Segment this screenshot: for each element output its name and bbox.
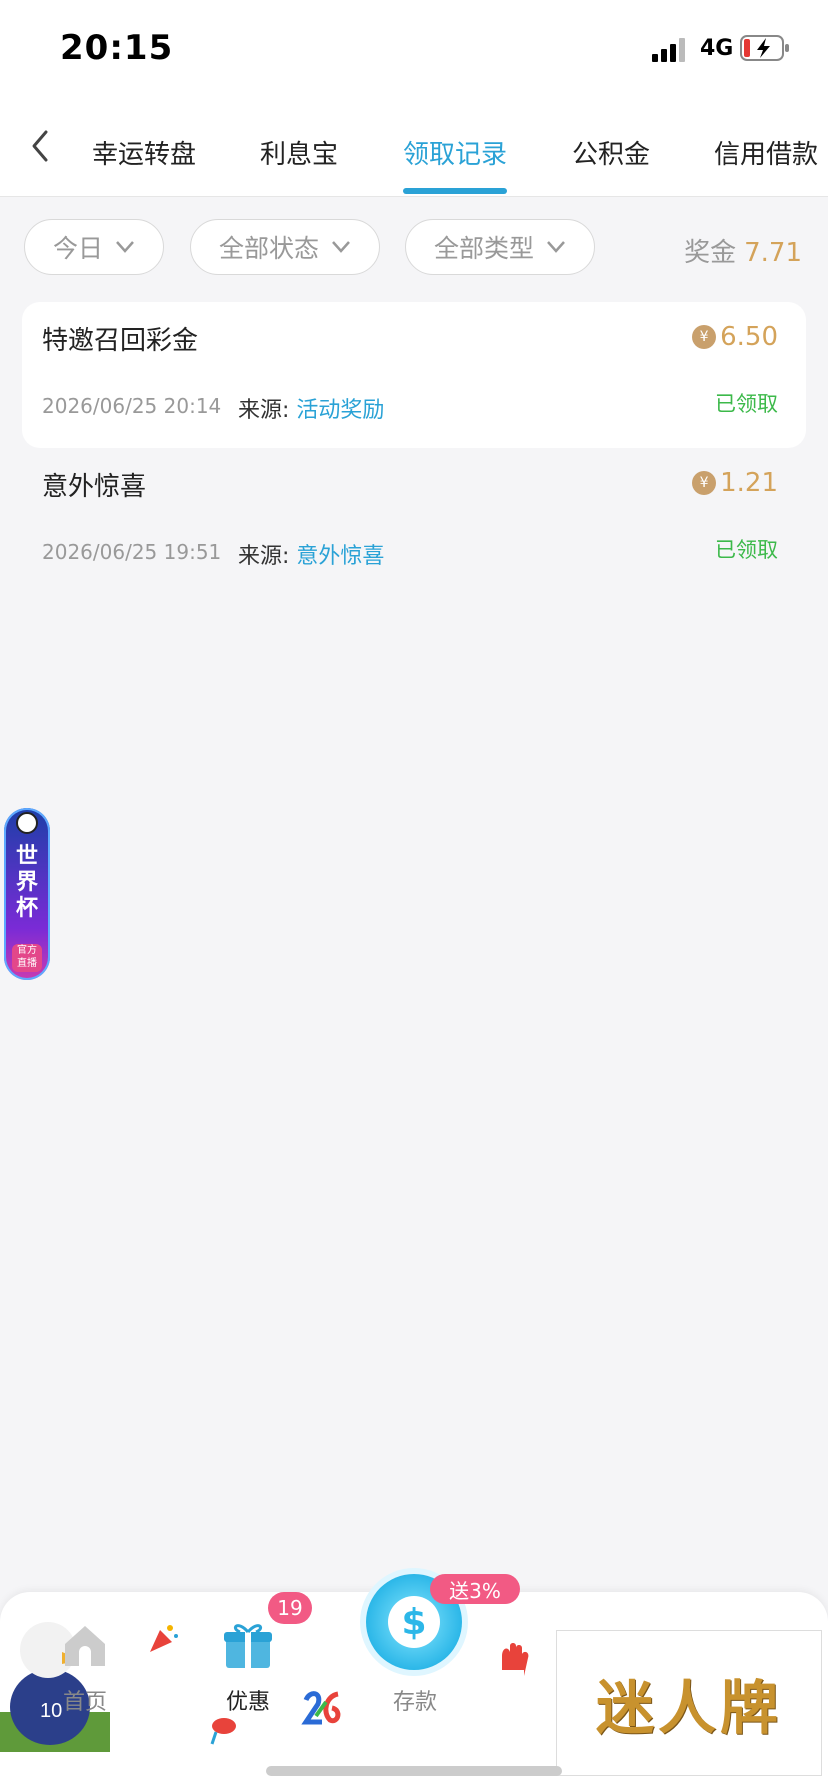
worldcup-26-logo-icon	[301, 1691, 341, 1725]
record-source-label: 来源:	[238, 398, 290, 423]
goalkeeper-glove-icon	[502, 1643, 529, 1676]
record-title: 特邀召回彩金	[42, 326, 199, 356]
nav-promotions[interactable]: 优惠	[210, 1620, 286, 1730]
status-filter-label: 全部状态	[218, 234, 319, 263]
back-arrow-icon[interactable]	[28, 126, 52, 166]
record-source-value: 活动奖励	[296, 398, 385, 423]
tab-lucky-wheel[interactable]: 幸运转盘	[92, 134, 196, 171]
chevron-down-icon	[547, 241, 565, 253]
promotions-count-badge: 19	[268, 1592, 312, 1624]
tab-claim-records[interactable]: 领取记录	[403, 134, 507, 171]
bonus-value: 7.71	[744, 238, 802, 268]
home-icon	[65, 1626, 105, 1666]
tab-interest[interactable]: 利息宝	[260, 134, 338, 171]
record-date: 2026/06/25 20:14	[42, 394, 222, 418]
nav-deposit-label[interactable]: 存款	[380, 1684, 450, 1716]
battery-charging-icon	[740, 35, 789, 61]
type-filter-label: 全部类型	[433, 234, 534, 263]
nav-promotions-label: 优惠	[225, 1690, 270, 1715]
brand-logo: 迷人牌	[556, 1630, 822, 1776]
record-source-label: 来源:	[238, 544, 290, 569]
live-stream-label: 官方 直播	[12, 944, 42, 972]
home-indicator	[266, 1766, 562, 1776]
coin-icon: ¥	[692, 325, 717, 349]
record-item: 意外惊喜 ¥ 1.21 2026/06/25 19:51 来源: 意外惊喜 已领…	[22, 448, 806, 594]
coin-icon: ¥	[692, 471, 717, 495]
date-filter-dropdown[interactable]: 今日	[24, 219, 164, 275]
world-cup-float-banner[interactable]: 世界杯 官方 直播	[4, 808, 50, 980]
chevron-down-icon	[116, 241, 134, 253]
active-tab-indicator	[403, 188, 507, 194]
record-amount-value: 1.21	[720, 468, 778, 498]
status-time: 20:15	[60, 28, 174, 68]
type-filter-dropdown[interactable]: 全部类型	[405, 219, 595, 275]
record-source: 来源: 活动奖励	[238, 392, 384, 424]
nav-home[interactable]: 首页	[50, 1622, 120, 1732]
status-bar: 20:15 4G	[0, 0, 828, 100]
party-popper-icon	[150, 1625, 178, 1652]
record-amount: ¥ 6.50	[692, 322, 778, 352]
bonus-total: 奖金 7.71	[684, 232, 802, 269]
signal-icon	[652, 38, 685, 62]
record-item: 特邀召回彩金 ¥ 6.50 2026/06/25 20:14 来源: 活动奖励 …	[22, 302, 806, 448]
world-cup-title: 世界杯	[15, 844, 38, 921]
record-status: 已领取	[715, 392, 778, 416]
nav-home-label: 首页	[62, 1690, 107, 1715]
record-status: 已领取	[715, 538, 778, 562]
deposit-promo-badge: 送3%	[430, 1574, 520, 1604]
record-source-value: 意外惊喜	[296, 544, 385, 569]
tab-provident-fund[interactable]: 公积金	[572, 134, 650, 171]
tab-bar: 幸运转盘 利息宝 领取记录 公积金 信用借款	[0, 100, 828, 197]
record-amount-value: 6.50	[720, 322, 778, 352]
record-date: 2026/06/25 19:51	[42, 540, 222, 564]
date-filter-label: 今日	[52, 234, 103, 263]
tab-credit-loan[interactable]: 信用借款	[714, 134, 818, 171]
dollar-icon: $	[388, 1596, 440, 1648]
status-filter-dropdown[interactable]: 全部状态	[190, 219, 380, 275]
gift-icon	[224, 1624, 272, 1668]
chevron-down-icon	[332, 241, 350, 253]
record-title: 意外惊喜	[42, 472, 147, 502]
soccer-ball-icon	[16, 812, 38, 834]
network-type: 4G	[700, 36, 734, 61]
bonus-label: 奖金	[684, 238, 737, 268]
record-source: 来源: 意外惊喜	[238, 538, 384, 570]
record-amount: ¥ 1.21	[692, 468, 778, 498]
